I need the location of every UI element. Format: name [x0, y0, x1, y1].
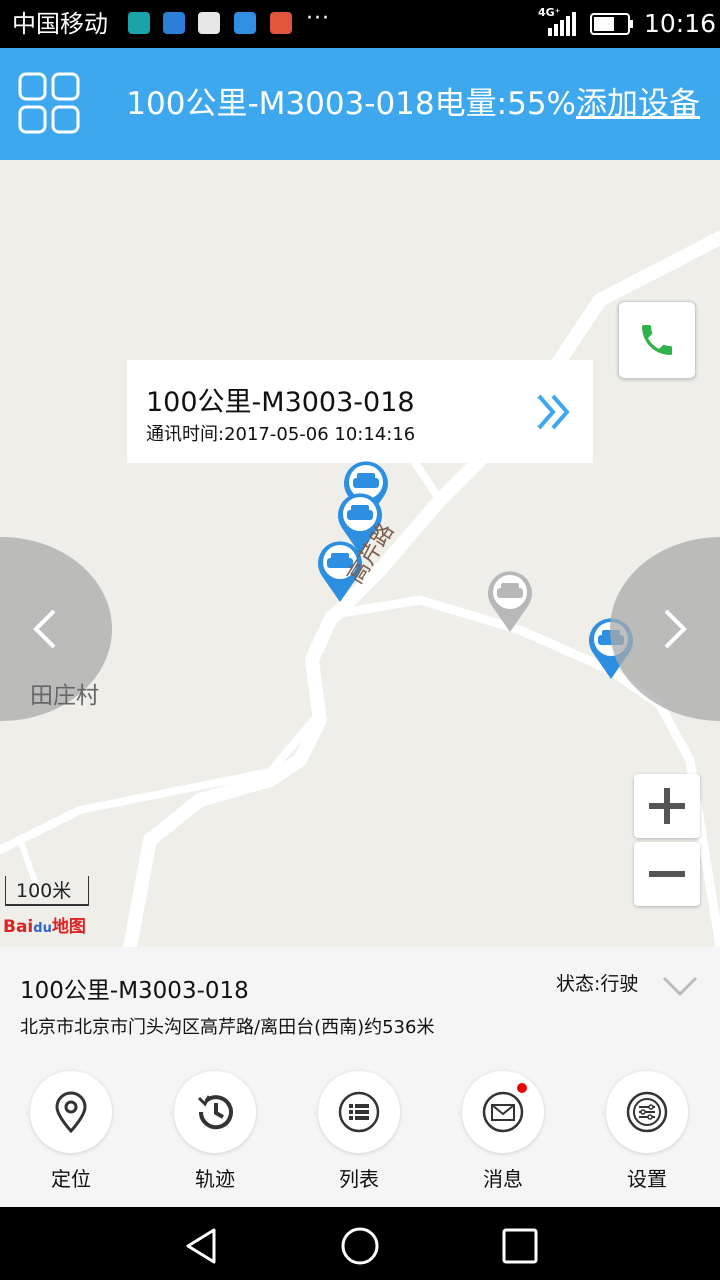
status-bar: 中国移动 ··· 4G⁺ 10:16 [0, 0, 720, 48]
action-bar: 定位 轨迹 列表 消息 设置 [0, 1071, 720, 1201]
phone-icon [642, 325, 672, 355]
track-circle [174, 1071, 256, 1153]
list-icon [338, 1091, 380, 1133]
chevron-down-icon[interactable] [662, 975, 698, 997]
weibo-notification-icon [270, 12, 292, 34]
signal-icon [548, 12, 576, 36]
scale-label: 100米 [16, 880, 72, 902]
mail-icon [482, 1091, 524, 1133]
app-notification-icon [128, 12, 150, 34]
device-name: 100公里-M3003-018 [20, 978, 249, 1004]
clock: 10:16 [644, 9, 717, 38]
battery-icon [590, 13, 633, 35]
track-label: 轨迹 [195, 1167, 235, 1191]
device-address: 北京市北京市门头沟区高芹路/离田台(西南)约536米 [20, 1017, 435, 1038]
device-info-popup[interactable]: 100公里-M3003-018 通讯时间:2017-05-06 10:14:16 [127, 360, 593, 463]
header-device-name: 100公里-M3003-018 [126, 86, 435, 122]
minus-icon [649, 871, 685, 877]
locate-button[interactable]: 定位 [28, 1071, 118, 1201]
zoom-out-button[interactable] [634, 842, 700, 906]
battery-value: 55% [507, 86, 576, 122]
more-notifications-icon: ··· [306, 6, 330, 31]
list-label: 列表 [339, 1167, 379, 1191]
app-header: 100公里-M3003-018电量:55%添加设备 [0, 48, 720, 160]
baidu-map-logo: Baidu地图 [3, 917, 86, 937]
settings-button[interactable]: 设置 [604, 1071, 694, 1201]
car-pin-inactive-icon[interactable] [484, 568, 536, 634]
gallery-notification-icon [234, 12, 256, 34]
chevron-right-icon [664, 609, 687, 649]
list-circle [318, 1071, 400, 1153]
sina-notification-icon [198, 12, 220, 34]
device-status: 状态:行驶 [556, 973, 639, 995]
add-device-link[interactable]: 添加设备 [576, 86, 700, 122]
message-label: 消息 [483, 1167, 523, 1191]
call-button[interactable] [618, 301, 696, 379]
message-circle [462, 1071, 544, 1153]
double-chevron-right-icon[interactable] [531, 390, 575, 434]
device-info-panel: 100公里-M3003-018 状态:行驶 北京市北京市门头沟区高芹路/离田台(… [0, 947, 720, 1207]
grid-menu-icon [18, 72, 80, 134]
carrier-label: 中国移动 [12, 10, 108, 38]
village-label: 田庄村 [30, 683, 99, 709]
history-icon [197, 1095, 233, 1130]
header-title: 100公里-M3003-018电量:55%添加设备 [126, 82, 700, 126]
message-button[interactable]: 消息 [460, 1071, 550, 1201]
health-notification-icon [163, 12, 185, 34]
chevron-left-icon [33, 609, 56, 649]
unread-badge [517, 1083, 527, 1093]
home-icon[interactable] [340, 1226, 380, 1266]
settings-icon [626, 1091, 668, 1133]
map-scale: 100米 [5, 876, 89, 906]
settings-circle [606, 1071, 688, 1153]
battery-label: 电量: [434, 86, 508, 122]
locate-circle [30, 1071, 112, 1153]
list-button[interactable]: 列表 [316, 1071, 406, 1201]
plus-icon [649, 788, 685, 824]
location-pin-icon [55, 1091, 87, 1134]
map-view[interactable]: 100公里-M3003-018 通讯时间:2017-05-06 10:14:16… [0, 160, 720, 947]
track-button[interactable]: 轨迹 [172, 1071, 262, 1201]
system-nav-bar [0, 1208, 720, 1280]
recents-icon[interactable] [500, 1226, 540, 1266]
locate-label: 定位 [51, 1167, 91, 1191]
popup-device-name: 100公里-M3003-018 [146, 387, 415, 418]
popup-comm-time: 通讯时间:2017-05-06 10:14:16 [146, 424, 416, 445]
zoom-in-button[interactable] [634, 774, 700, 838]
settings-label: 设置 [627, 1167, 667, 1191]
back-icon[interactable] [182, 1226, 222, 1266]
grid-menu-button[interactable] [18, 72, 80, 134]
